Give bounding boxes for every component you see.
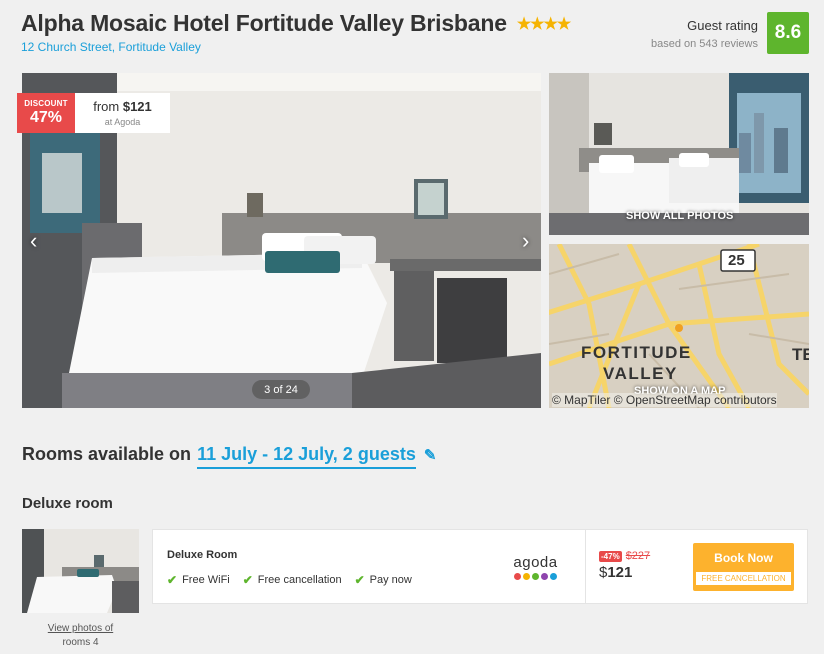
hotel-title: Alpha Mosaic Hotel Fortitude Valley Bris… (21, 10, 571, 37)
offer-room-title: Deluxe Room (167, 549, 238, 561)
logo-dot (532, 573, 539, 580)
room-offer-card: Deluxe Room ✔ Free WiFi ✔ Free cancellat… (152, 529, 808, 604)
rating-score-badge: 8.6 (767, 12, 809, 54)
check-icon: ✔ (167, 573, 178, 587)
edit-pencil-icon[interactable]: ✎ (424, 446, 437, 464)
route-25-label: 25 (728, 252, 745, 269)
map-tile[interactable]: 25 FORTITUDE VALLEY TE SHOW ON A MAP (549, 244, 809, 408)
view-room-photos-link[interactable]: View photos of rooms 4 (22, 622, 139, 650)
provider-name: agoda (513, 554, 558, 571)
logo-dot (514, 573, 521, 580)
provider-logo-dots-icon (513, 573, 558, 580)
room-thumbnail[interactable] (22, 529, 139, 613)
show-all-photos-tile[interactable]: SHOW ALL PHOTOS (549, 73, 809, 235)
price-block: -47% $227 $121 (599, 550, 650, 581)
date-guests-selector[interactable]: 11 July - 12 July, 2 guests (197, 444, 416, 469)
guest-rating-title: Guest rating (687, 18, 758, 33)
map-image (549, 244, 809, 408)
logo-dot (550, 573, 557, 580)
offer-features: ✔ Free WiFi ✔ Free cancellation ✔ Pay no… (167, 573, 425, 587)
room-type-title: Deluxe room (22, 495, 113, 512)
guest-rating: Guest rating based on 543 reviews (651, 18, 758, 50)
feature-pay-now: ✔ Pay now (355, 573, 412, 587)
feature-label: Free cancellation (257, 574, 342, 586)
guest-rating-reviews: based on 543 reviews (650, 38, 758, 50)
next-photo-arrow-icon[interactable]: › (522, 228, 529, 254)
logo-dot (541, 573, 548, 580)
show-all-photos-label: SHOW ALL PHOTOS (626, 210, 734, 222)
old-price: $227 (625, 550, 651, 562)
feature-label: Pay now (369, 574, 412, 586)
discount-value: 47% (29, 109, 63, 126)
feature-free-cancellation: ✔ Free cancellation (243, 573, 342, 587)
star-rating-icon: ★★★★ (516, 15, 571, 33)
view-photos-line2: rooms 4 (62, 637, 99, 648)
rooms-available-heading: Rooms available on 11 July - 12 July, 2 … (22, 444, 436, 469)
feature-free-wifi: ✔ Free WiFi (167, 573, 230, 587)
new-price: 121 (607, 564, 633, 581)
hotel-name: Alpha Mosaic Hotel Fortitude Valley Bris… (21, 10, 507, 36)
feature-label: Free WiFi (182, 574, 230, 586)
map-label-fortitude: FORTITUDE (581, 343, 692, 362)
hotel-address-link[interactable]: 12 Church Street, Fortitude Valley (21, 40, 201, 54)
discount-badge: DISCOUNT 47% (17, 93, 75, 133)
book-now-button[interactable]: Book Now FREE CANCELLATION (693, 543, 794, 591)
book-now-label: Book Now (714, 551, 773, 565)
map-label-partial: TE (792, 345, 809, 364)
discount-percent-badge: -47% (599, 550, 622, 562)
room-thumbnail-photo (22, 529, 139, 613)
from-prefix: from (93, 99, 123, 114)
view-photos-line1: View photos of (47, 623, 114, 634)
discount-label: DISCOUNT (24, 99, 68, 108)
prev-photo-arrow-icon[interactable]: ‹ (30, 228, 37, 254)
offer-divider (585, 530, 586, 603)
from-price: $121 (122, 99, 152, 114)
rooms-available-prefix: Rooms available on (22, 444, 192, 464)
map-label-valley: VALLEY (603, 364, 678, 383)
check-icon: ✔ (242, 573, 253, 587)
provider-logo: agoda (513, 554, 558, 580)
from-source: at Agoda (104, 117, 141, 127)
from-price-box: from $121 at Agoda (75, 93, 170, 133)
photo-counter: 3 of 24 (252, 380, 310, 399)
free-cancellation-label: FREE CANCELLATION (695, 571, 792, 586)
logo-dot (523, 573, 530, 580)
map-attribution-link[interactable]: © MapTiler © OpenStreetMap contributors (552, 393, 777, 407)
check-icon: ✔ (354, 573, 365, 587)
